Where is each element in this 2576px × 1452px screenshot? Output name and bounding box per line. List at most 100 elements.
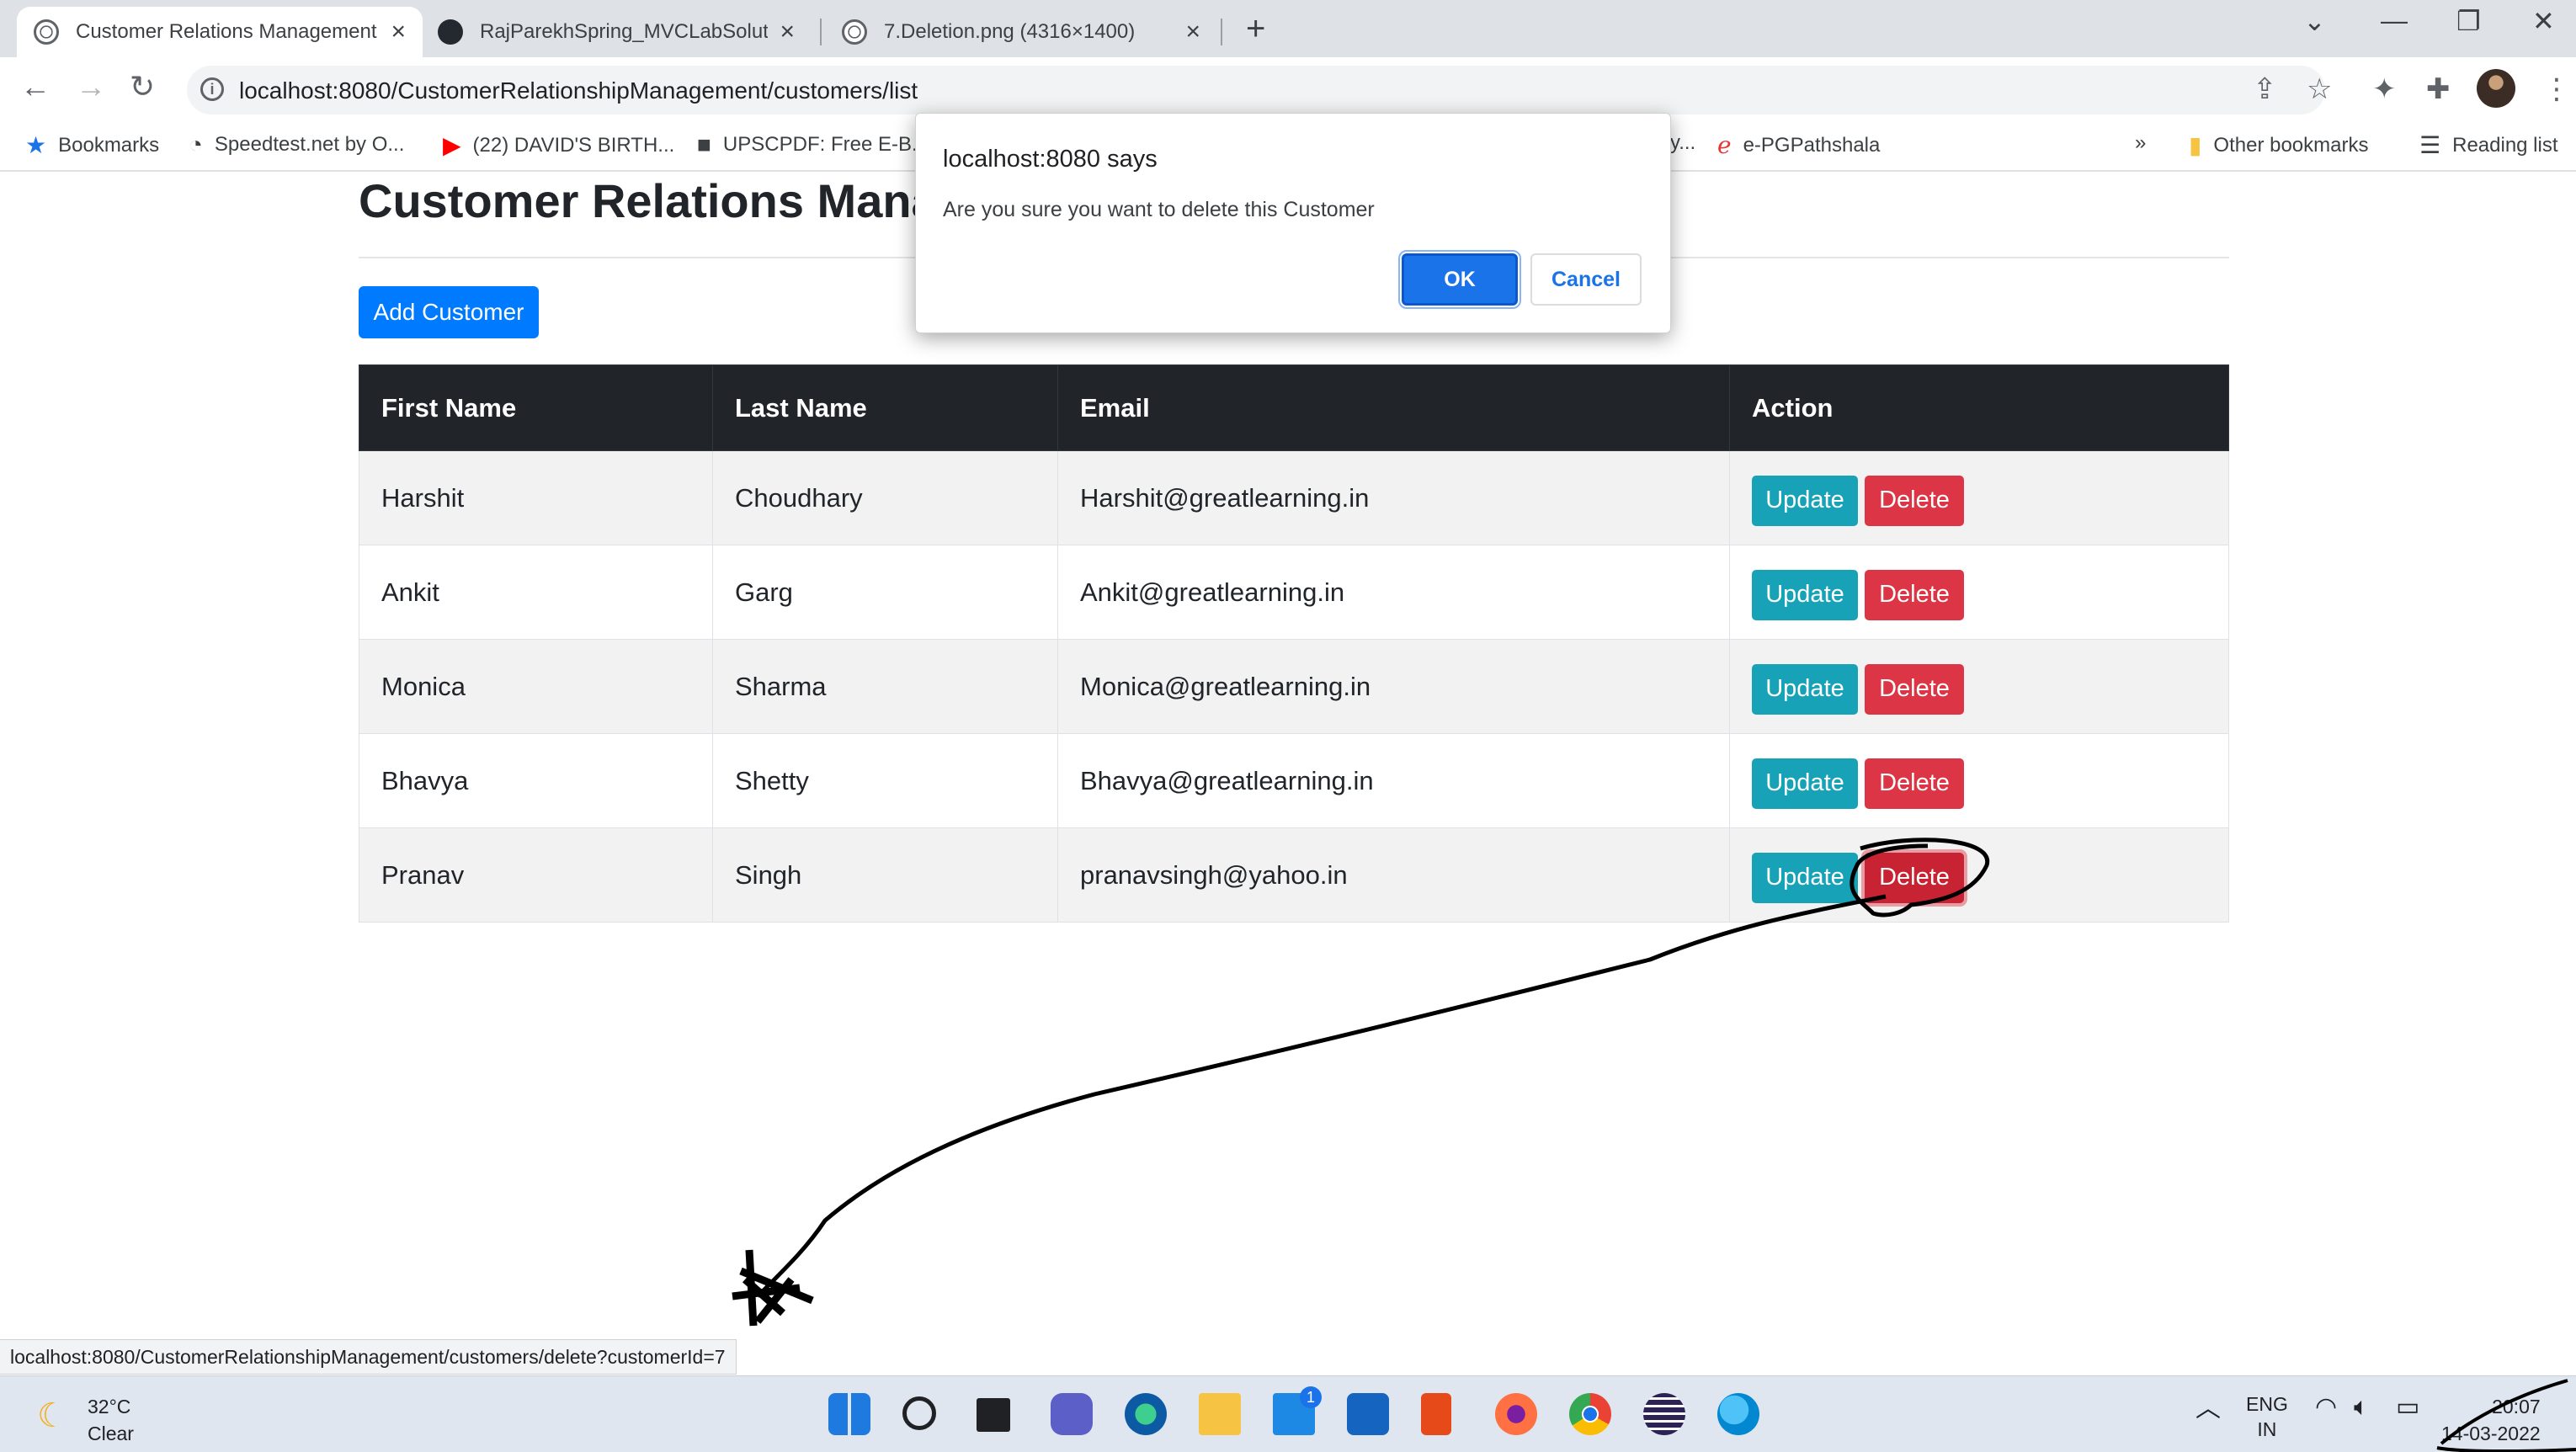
- bookmarks-overflow[interactable]: »: [2135, 131, 2146, 155]
- delete-button[interactable]: Delete: [1865, 852, 1964, 903]
- delete-button[interactable]: Delete: [1865, 758, 1964, 809]
- bookmark-reading-list[interactable]: ☰ Reading list: [2419, 131, 2558, 159]
- tab-search-icon[interactable]: ⌄: [2303, 5, 2326, 37]
- email-cell: pranavsingh@yahoo.in: [1057, 827, 1730, 923]
- back-icon[interactable]: ←: [20, 69, 51, 104]
- volume-icon[interactable]: 🔈︎: [2354, 1395, 2369, 1420]
- close-tab-icon[interactable]: ×: [1185, 18, 1200, 46]
- update-button[interactable]: Update: [1752, 475, 1858, 526]
- bookmark-label: y...: [1670, 131, 1696, 154]
- browser-toolbar: ← → ↻ i localhost:8080/CustomerRelations…: [0, 57, 2576, 121]
- update-button[interactable]: Update: [1752, 852, 1858, 903]
- url-text[interactable]: localhost:8080/CustomerRelationshipManag…: [239, 77, 918, 104]
- delete-button[interactable]: Delete: [1865, 569, 1964, 620]
- delete-button[interactable]: Delete: [1865, 475, 1964, 526]
- minimize-icon[interactable]: —: [2381, 5, 2408, 36]
- language-code: ENG: [2246, 1393, 2288, 1415]
- update-button[interactable]: Update: [1752, 663, 1858, 715]
- mail-icon[interactable]: 1: [1273, 1386, 1322, 1435]
- firefox-icon[interactable]: [1495, 1393, 1537, 1435]
- bookmark-label: (22) DAVID'S BIRTH...: [472, 133, 675, 157]
- add-customer-button[interactable]: Add Customer: [359, 286, 539, 338]
- edge-icon[interactable]: [1125, 1393, 1167, 1435]
- teams-chat-icon[interactable]: [1051, 1393, 1093, 1435]
- youtube-icon: ▶: [443, 132, 461, 158]
- tab-image[interactable]: 7.Deletion.png (4316×1400) ×: [825, 7, 1217, 57]
- new-tab-icon[interactable]: +: [1246, 10, 1265, 48]
- wifi-icon[interactable]: ◠: [2315, 1395, 2337, 1420]
- extensions-icon[interactable]: ✚: [2426, 72, 2451, 106]
- ok-button[interactable]: OK: [1398, 250, 1521, 309]
- tab-github[interactable]: RajParekhSpring_MVCLabSolution ×: [421, 7, 812, 57]
- email-cell: Bhavya@greatlearning.in: [1057, 733, 1730, 828]
- header-last-name: Last Name: [712, 364, 1058, 451]
- bookmark-other[interactable]: ▮ Other bookmarks: [2189, 131, 2369, 159]
- address-bar[interactable]: i localhost:8080/CustomerRelationshipMan…: [187, 66, 2325, 114]
- task-view-icon[interactable]: [977, 1398, 1010, 1432]
- email-cell: Ankit@greatlearning.in: [1057, 545, 1730, 640]
- bookmark-truncated[interactable]: y...: [1670, 131, 1695, 155]
- extension-puzzle-icon[interactable]: ✦: [2372, 72, 2397, 106]
- last-name-cell: Choudhary: [712, 450, 1058, 545]
- delete-button[interactable]: Delete: [1865, 663, 1964, 715]
- annotation-arrow-line: [756, 894, 1887, 1298]
- chrome-icon[interactable]: [1569, 1393, 1611, 1435]
- bookmark-speedtest[interactable]: ◔ Speedtest.net by O...: [189, 131, 404, 158]
- bookmark-bookmarks[interactable]: ★ Bookmarks: [25, 131, 159, 159]
- update-button[interactable]: Update: [1752, 758, 1858, 809]
- forward-icon[interactable]: →: [76, 69, 106, 104]
- reload-icon[interactable]: ↻: [130, 69, 155, 104]
- dialog-message: Are you sure you want to delete this Cus…: [943, 198, 1375, 221]
- bookmark-youtube[interactable]: ▶ (22) DAVID'S BIRTH...: [443, 131, 674, 159]
- tab-strip: Customer Relations Management × RajParek…: [0, 0, 2576, 57]
- clock[interactable]: 20:07 14-03-2022: [2441, 1393, 2541, 1447]
- file-explorer-icon[interactable]: [1199, 1393, 1241, 1435]
- date: 14-03-2022: [2441, 1423, 2541, 1444]
- first-name-cell: Harshit: [359, 450, 713, 545]
- close-tab-icon[interactable]: ×: [780, 18, 795, 46]
- dialog-title: localhost:8080 says: [943, 146, 1158, 173]
- reading-list-icon: ☰: [2419, 132, 2441, 158]
- tab-separator: [1221, 19, 1222, 45]
- last-name-cell: Singh: [712, 827, 1058, 923]
- bookmark-label: Speedtest.net by O...: [214, 133, 405, 156]
- language-indicator[interactable]: ENG IN: [2246, 1391, 2288, 1442]
- last-name-cell: Garg: [712, 545, 1058, 640]
- restore-icon[interactable]: ❐: [2456, 5, 2481, 37]
- customers-table: First Name Last Name Email Action Harshi…: [359, 364, 2229, 923]
- action-cell: Update Delete: [1729, 639, 2229, 734]
- battery-icon[interactable]: ▭: [2396, 1395, 2419, 1420]
- cancel-button[interactable]: Cancel: [1530, 253, 1642, 306]
- windows-start-icon[interactable]: [828, 1393, 870, 1435]
- update-button[interactable]: Update: [1752, 569, 1858, 620]
- bookmark-label: Bookmarks: [58, 133, 160, 157]
- share-icon[interactable]: ⇪: [2253, 72, 2277, 106]
- star-icon[interactable]: ☆: [2307, 72, 2332, 106]
- paint-icon[interactable]: [1717, 1393, 1759, 1435]
- annotation-arrowhead: [732, 1249, 814, 1327]
- table-header-row: First Name Last Name Email Action: [359, 364, 2229, 451]
- office-icon[interactable]: [1421, 1393, 1451, 1435]
- bookmark-label: Other bookmarks: [2213, 133, 2369, 157]
- header-action: Action: [1729, 364, 2229, 451]
- table-row: Harshit Choudhary Harshit@greatlearning.…: [359, 450, 2229, 545]
- show-hidden-icons[interactable]: ︿: [2195, 1396, 2221, 1422]
- eclipse-icon[interactable]: [1643, 1393, 1685, 1435]
- bookmark-upscpdf[interactable]: ■ UPSCPDF: Free E-B...: [697, 131, 929, 158]
- mail-badge: 1: [1300, 1386, 1322, 1408]
- moon-icon[interactable]: ☾: [37, 1396, 67, 1435]
- close-tab-icon[interactable]: ×: [391, 18, 406, 46]
- bookmark-label: e-PGPathshala: [1743, 133, 1881, 157]
- bookmark-epgpathshala[interactable]: ℯ e-PGPathshala: [1717, 131, 1880, 159]
- menu-icon[interactable]: ⋮: [2542, 72, 2571, 106]
- region-code: IN: [2257, 1418, 2277, 1440]
- weather-widget[interactable]: 32°C Clear: [88, 1393, 134, 1447]
- store-icon[interactable]: [1347, 1393, 1389, 1435]
- temperature: 32°C: [88, 1396, 131, 1417]
- speedtest-icon: ◔: [189, 131, 203, 157]
- search-icon[interactable]: [902, 1396, 936, 1430]
- close-window-icon[interactable]: ✕: [2532, 5, 2555, 37]
- tab-customer-relations[interactable]: Customer Relations Management ×: [17, 7, 423, 57]
- info-icon[interactable]: i: [200, 77, 224, 101]
- avatar[interactable]: [2477, 69, 2515, 108]
